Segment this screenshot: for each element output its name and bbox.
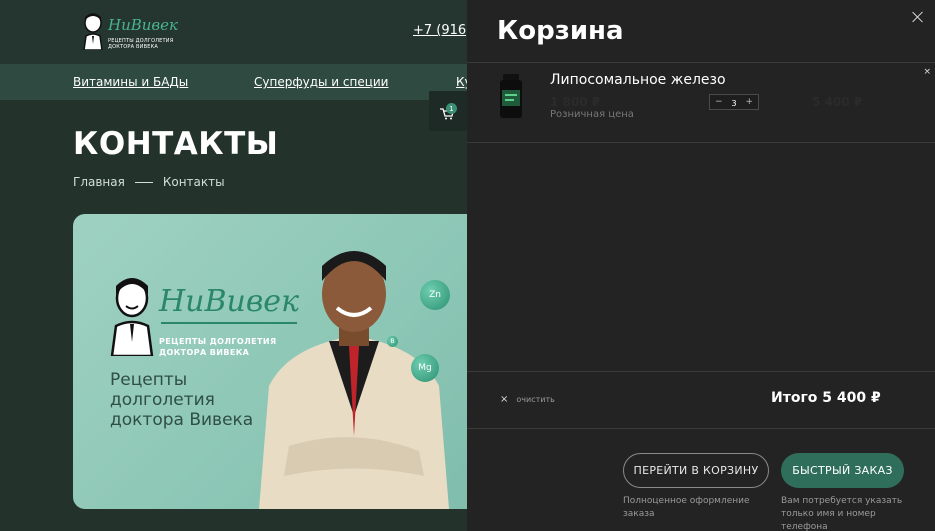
doctor-portrait-icon — [83, 13, 103, 50]
breadcrumb-separator — [134, 181, 153, 183]
quantity-value[interactable]: 3 — [731, 99, 736, 108]
breadcrumb-current: Контакты — [162, 175, 225, 189]
divider — [467, 62, 935, 63]
quick-order-button[interactable]: БЫСТРЫЙ ЗАКАЗ — [781, 453, 904, 488]
cart-total: Итого 5 400 ₽ — [771, 390, 881, 406]
breadcrumb: Главная Контакты — [73, 175, 225, 189]
logo-subtitle: РЕЦЕПТЫ ДОЛГОЛЕТИЯ ДОКТОРА ВИВЕКА — [108, 38, 174, 50]
quantity-stepper: − 3 + — [709, 94, 759, 110]
magnesium-bubble: Mg — [411, 354, 439, 382]
cart-drawer: Корзина × Липосомальное железо 1 800 ₽ Р… — [467, 0, 935, 531]
remove-item-icon[interactable]: × — [923, 67, 931, 77]
close-icon: × — [500, 394, 509, 405]
cart-count-badge: 1 — [446, 103, 457, 114]
price-label: Розничная цена — [550, 109, 634, 120]
divider — [467, 142, 935, 143]
go-to-cart-button[interactable]: ПЕРЕЙТИ В КОРЗИНУ — [623, 453, 769, 488]
product-price: 1 800 ₽ — [550, 95, 601, 109]
doctor-portrait-icon — [110, 278, 154, 356]
logo-signature: НиВивек — [108, 16, 178, 34]
divider — [467, 371, 935, 372]
b-bubble: B — [387, 336, 398, 347]
product-name[interactable]: Липосомальное железо — [550, 72, 726, 88]
zinc-bubble: Zn — [420, 280, 450, 310]
product-image — [500, 74, 522, 118]
decrease-quantity-button[interactable]: − — [715, 97, 723, 107]
contacts-banner: НиВивек РЕЦЕПТЫ ДОЛГОЛЕТИЯ ДОКТОРА ВИВЕК… — [73, 214, 493, 509]
page-title: КОНТАКТЫ — [73, 126, 279, 162]
close-icon[interactable] — [911, 10, 925, 24]
quick-order-hint: Вам потребуется указать только имя и ном… — [781, 496, 903, 531]
floating-cart-button[interactable]: 1 — [429, 91, 467, 131]
increase-quantity-button[interactable]: + — [745, 97, 753, 107]
breadcrumb-home[interactable]: Главная — [73, 175, 125, 189]
site-logo[interactable]: НиВивек РЕЦЕПТЫ ДОЛГОЛЕТИЯ ДОКТОРА ВИВЕК… — [82, 12, 178, 52]
item-total: 5 400 ₽ — [812, 95, 863, 109]
divider — [467, 428, 935, 429]
nav-link-superfoods[interactable]: Суперфуды и специи — [254, 75, 388, 89]
go-to-cart-hint: Полноценное оформление заказа — [623, 496, 750, 519]
banner-tagline: Рецепты долголетия доктора Вивека — [110, 370, 254, 430]
clear-cart-label: очистить — [516, 395, 555, 404]
clear-cart-button[interactable]: × очистить — [500, 394, 555, 405]
cart-title: Корзина — [497, 16, 624, 46]
nav-link-vitamins[interactable]: Витамины и БАДы — [73, 75, 188, 89]
